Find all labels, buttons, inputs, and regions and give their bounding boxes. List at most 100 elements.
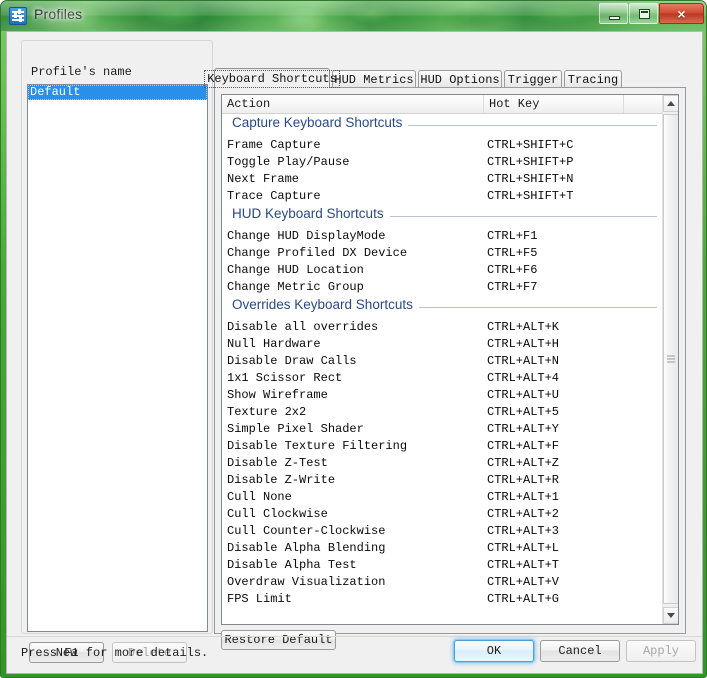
section-header: Capture Keyboard Shortcuts	[222, 114, 663, 137]
table-row[interactable]: Toggle Play/Pause CTRL+SHIFT+P	[222, 154, 663, 171]
table-row[interactable]: FPS Limit CTRL+ALT+G	[222, 591, 663, 608]
table-row[interactable]: Disable Alpha Test CTRL+ALT+T	[222, 557, 663, 574]
tab-tracing[interactable]: Tracing	[564, 70, 622, 88]
minimize-icon	[609, 16, 620, 20]
chevron-up-icon	[667, 101, 675, 106]
hotkey-cell[interactable]: CTRL+ALT+Y	[487, 421, 559, 438]
table-row[interactable]: Simple Pixel Shader CTRL+ALT+Y	[222, 421, 663, 438]
action-cell: Change HUD Location	[227, 263, 364, 277]
hotkey-cell[interactable]: CTRL+ALT+R	[487, 472, 559, 489]
hotkey-cell[interactable]: CTRL+SHIFT+N	[487, 171, 573, 188]
hotkey-cell[interactable]: CTRL+ALT+Z	[487, 455, 559, 472]
status-text: Press F1 for more details.	[21, 646, 209, 660]
scroll-up-button[interactable]	[663, 95, 678, 112]
action-cell: Cull None	[227, 490, 292, 504]
apply-button[interactable]: Apply	[626, 640, 696, 662]
table-row[interactable]: Overdraw Visualization CTRL+ALT+V	[222, 574, 663, 591]
table-row[interactable]: Change Metric Group CTRL+F7	[222, 279, 663, 296]
apply-button-label: Apply	[642, 644, 679, 658]
tab-label: Keyboard Shortcuts	[204, 69, 340, 88]
table-row[interactable]: Disable Texture Filtering CTRL+ALT+F	[222, 438, 663, 455]
tab-hud-metrics[interactable]: HUD Metrics	[332, 70, 416, 88]
hotkey-cell[interactable]: CTRL+ALT+U	[487, 387, 559, 404]
cancel-button-label: Cancel	[558, 644, 602, 658]
window-controls: ×	[598, 3, 704, 25]
action-cell: Disable Alpha Test	[227, 558, 357, 572]
table-row[interactable]: Disable Z-Write CTRL+ALT+R	[222, 472, 663, 489]
table-row[interactable]: Disable Z-Test CTRL+ALT+Z	[222, 455, 663, 472]
hotkey-cell[interactable]: CTRL+ALT+3	[487, 523, 559, 540]
table-row[interactable]: Disable all overrides CTRL+ALT+K	[222, 319, 663, 336]
action-cell: Disable Z-Test	[227, 456, 328, 470]
close-button[interactable]: ×	[659, 3, 704, 24]
maximize-icon	[639, 9, 650, 19]
tab-label: HUD Options	[420, 72, 500, 87]
table-row[interactable]: Disable Draw Calls CTRL+ALT+N	[222, 353, 663, 370]
tab-hud-options[interactable]: HUD Options	[418, 70, 502, 88]
hotkey-cell[interactable]: CTRL+ALT+L	[487, 540, 559, 557]
list-item[interactable]: Default	[28, 85, 207, 100]
column-header[interactable]	[624, 95, 663, 113]
hotkey-cell[interactable]: CTRL+ALT+2	[487, 506, 559, 523]
column-header[interactable]: Action	[222, 95, 484, 113]
action-cell: Next Frame	[227, 172, 300, 186]
hotkey-cell[interactable]: CTRL+ALT+K	[487, 319, 559, 336]
table-row[interactable]: Cull Counter-Clockwise CTRL+ALT+3	[222, 523, 663, 540]
hotkey-cell[interactable]: CTRL+ALT+V	[487, 574, 559, 591]
shortcuts-listview[interactable]: Action Hot Key Capture Keyboard Shortcuts…	[221, 94, 679, 625]
action-cell: Toggle Play/Pause	[227, 155, 350, 169]
hotkey-cell[interactable]: CTRL+ALT+H	[487, 336, 559, 353]
client-area: Profile's name Default New Delete Keyboa…	[6, 31, 703, 674]
hotkey-cell[interactable]: CTRL+ALT+N	[487, 353, 559, 370]
hotkey-cell[interactable]: CTRL+ALT+1	[487, 489, 559, 506]
table-row[interactable]: Texture 2x2 CTRL+ALT+5	[222, 404, 663, 421]
restore-default-button[interactable]: Restore Default	[221, 630, 336, 650]
table-row[interactable]: Cull Clockwise CTRL+ALT+2	[222, 506, 663, 523]
hotkey-cell[interactable]: CTRL+SHIFT+P	[487, 154, 573, 171]
scroll-down-button[interactable]	[663, 607, 678, 624]
hotkey-cell[interactable]: CTRL+ALT+5	[487, 404, 559, 421]
hotkey-cell[interactable]: CTRL+SHIFT+T	[487, 188, 573, 205]
table-row[interactable]: Disable Alpha Blending CTRL+ALT+L	[222, 540, 663, 557]
cancel-button[interactable]: Cancel	[540, 640, 620, 662]
table-row[interactable]: Trace Capture CTRL+SHIFT+T	[222, 188, 663, 205]
table-row[interactable]: Show Wireframe CTRL+ALT+U	[222, 387, 663, 404]
window-title: Profiles	[34, 6, 83, 22]
hotkey-cell[interactable]: CTRL+ALT+F	[487, 438, 559, 455]
hotkey-cell[interactable]: CTRL+F5	[487, 245, 537, 262]
profile-list[interactable]: Default	[27, 84, 208, 632]
action-cell: Show Wireframe	[227, 388, 328, 402]
tab-trigger[interactable]: Trigger	[504, 70, 562, 88]
table-row[interactable]: Change Profiled DX Device CTRL+F5	[222, 245, 663, 262]
vertical-scrollbar[interactable]	[662, 95, 678, 624]
table-row[interactable]: Null Hardware CTRL+ALT+H	[222, 336, 663, 353]
ok-button[interactable]: OK	[454, 640, 534, 662]
table-row[interactable]: Change HUD Location CTRL+F6	[222, 262, 663, 279]
scrollbar-thumb[interactable]	[663, 114, 678, 604]
action-cell: Simple Pixel Shader	[227, 422, 364, 436]
table-row[interactable]: Change HUD DisplayMode CTRL+F1	[222, 228, 663, 245]
hotkey-cell[interactable]: CTRL+ALT+G	[487, 591, 559, 608]
tab-keyboard-shortcuts[interactable]: Keyboard Shortcuts	[204, 68, 340, 88]
maximize-button[interactable]	[629, 3, 658, 24]
hotkey-cell[interactable]: CTRL+F6	[487, 262, 537, 279]
column-header[interactable]: Hot Key	[484, 95, 624, 113]
action-cell: Change HUD DisplayMode	[227, 229, 386, 243]
hotkey-cell[interactable]: CTRL+SHIFT+C	[487, 137, 573, 154]
table-row[interactable]: Cull None CTRL+ALT+1	[222, 489, 663, 506]
hotkey-cell[interactable]: CTRL+ALT+T	[487, 557, 559, 574]
title-bar[interactable]: Profiles ×	[1, 1, 706, 31]
section-title: Overrides Keyboard Shortcuts	[232, 297, 419, 312]
hotkey-cell[interactable]: CTRL+F1	[487, 228, 537, 245]
tab-strip: Keyboard Shortcuts HUD Metrics HUD Options…	[204, 68, 686, 88]
hotkey-cell[interactable]: CTRL+ALT+4	[487, 370, 559, 387]
table-row[interactable]: 1x1 Scissor Rect CTRL+ALT+4	[222, 370, 663, 387]
action-cell: Change Profiled DX Device	[227, 246, 408, 260]
profile-name: Default	[30, 85, 81, 99]
action-cell: Change Metric Group	[227, 280, 364, 294]
table-row[interactable]: Frame Capture CTRL+SHIFT+C	[222, 137, 663, 154]
table-row[interactable]: Next Frame CTRL+SHIFT+N	[222, 171, 663, 188]
hotkey-cell[interactable]: CTRL+F7	[487, 279, 537, 296]
minimize-button[interactable]	[599, 3, 628, 24]
close-icon: ×	[677, 5, 686, 22]
